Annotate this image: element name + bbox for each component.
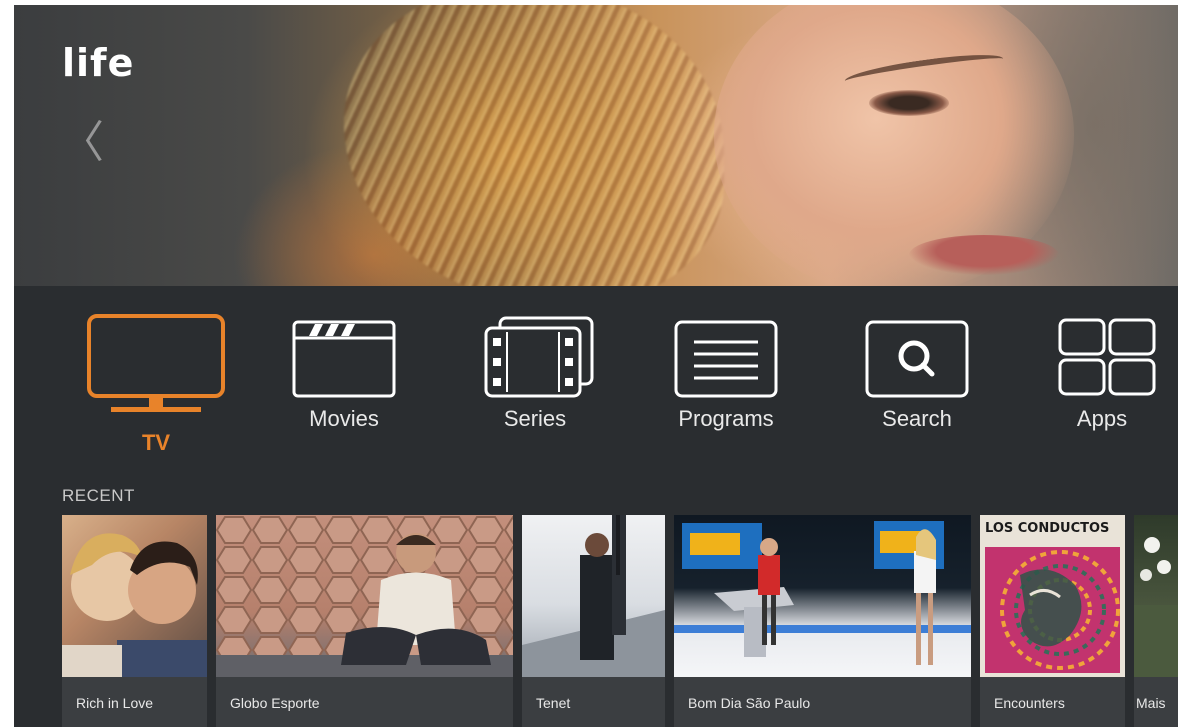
recent-card-title: Rich in Love <box>62 677 207 727</box>
clapperboard-icon <box>292 320 396 398</box>
recent-card-thumbnail <box>674 515 971 677</box>
list-icon <box>674 320 778 398</box>
recent-list: Rich in Love Globo Esporte Tenet Bom Dia… <box>62 515 1178 727</box>
nav-label-movies: Movies <box>309 406 379 431</box>
recent-card-encounters[interactable]: LOS CONDUCTOS Encounters <box>980 515 1125 727</box>
chevron-left-icon[interactable]: 〈 <box>60 121 104 165</box>
hero-image-eye <box>869 90 949 116</box>
nav-item-movies[interactable]: Movies <box>269 312 419 462</box>
nav-item-apps[interactable]: Apps <box>1027 312 1177 462</box>
recent-card-thumbnail <box>522 515 665 677</box>
recent-card-thumbnail: LOS CONDUCTOS <box>980 515 1125 677</box>
hero-image-lips <box>909 235 1059 275</box>
recent-card-title: Tenet <box>522 677 665 727</box>
recent-section-title: RECENT <box>62 486 135 505</box>
recent-card-title: Bom Dia São Paulo <box>674 677 971 727</box>
nav-label-search: Search <box>882 406 952 431</box>
apps-grid-icon <box>1058 318 1156 396</box>
nav-item-series[interactable]: Series <box>460 312 610 462</box>
recent-card-title: Mais <box>1134 677 1178 727</box>
tv-icon <box>87 314 225 412</box>
film-strip-icon <box>484 316 594 398</box>
recent-card-thumbnail <box>1134 515 1178 677</box>
recent-card-title: Encounters <box>980 677 1125 727</box>
life-logo: life <box>62 41 135 85</box>
nav-item-programs[interactable]: Programs <box>651 312 801 462</box>
nav-item-tv[interactable]: TV <box>81 312 231 462</box>
hero-banner[interactable]: life 〈 <box>14 5 1178 286</box>
recent-card-bom-dia-sao-paulo[interactable]: Bom Dia São Paulo <box>674 515 971 727</box>
nav-label-series: Series <box>503 406 567 431</box>
nav-label-programs: Programs <box>678 406 774 431</box>
hero-image-hair <box>344 5 724 286</box>
recent-card-thumbnail <box>62 515 207 677</box>
nav-label-tv: TV <box>141 430 171 455</box>
main-nav: TV Movies Series Programs Search Apps <box>14 286 1178 476</box>
recent-card-globo-esporte[interactable]: Globo Esporte <box>216 515 513 727</box>
recent-card-rich-in-love[interactable]: Rich in Love <box>62 515 207 727</box>
nav-label-apps: Apps <box>1076 406 1128 431</box>
recent-card-mais[interactable]: Mais <box>1134 515 1178 727</box>
recent-card-tenet[interactable]: Tenet <box>522 515 665 727</box>
nav-item-search[interactable]: Search <box>842 312 992 462</box>
search-icon <box>865 320 969 398</box>
tv-home-screen: life 〈 TV Movies Series Programs Search … <box>14 5 1178 727</box>
recent-card-title: Globo Esporte <box>216 677 513 727</box>
recent-card-thumbnail <box>216 515 513 677</box>
